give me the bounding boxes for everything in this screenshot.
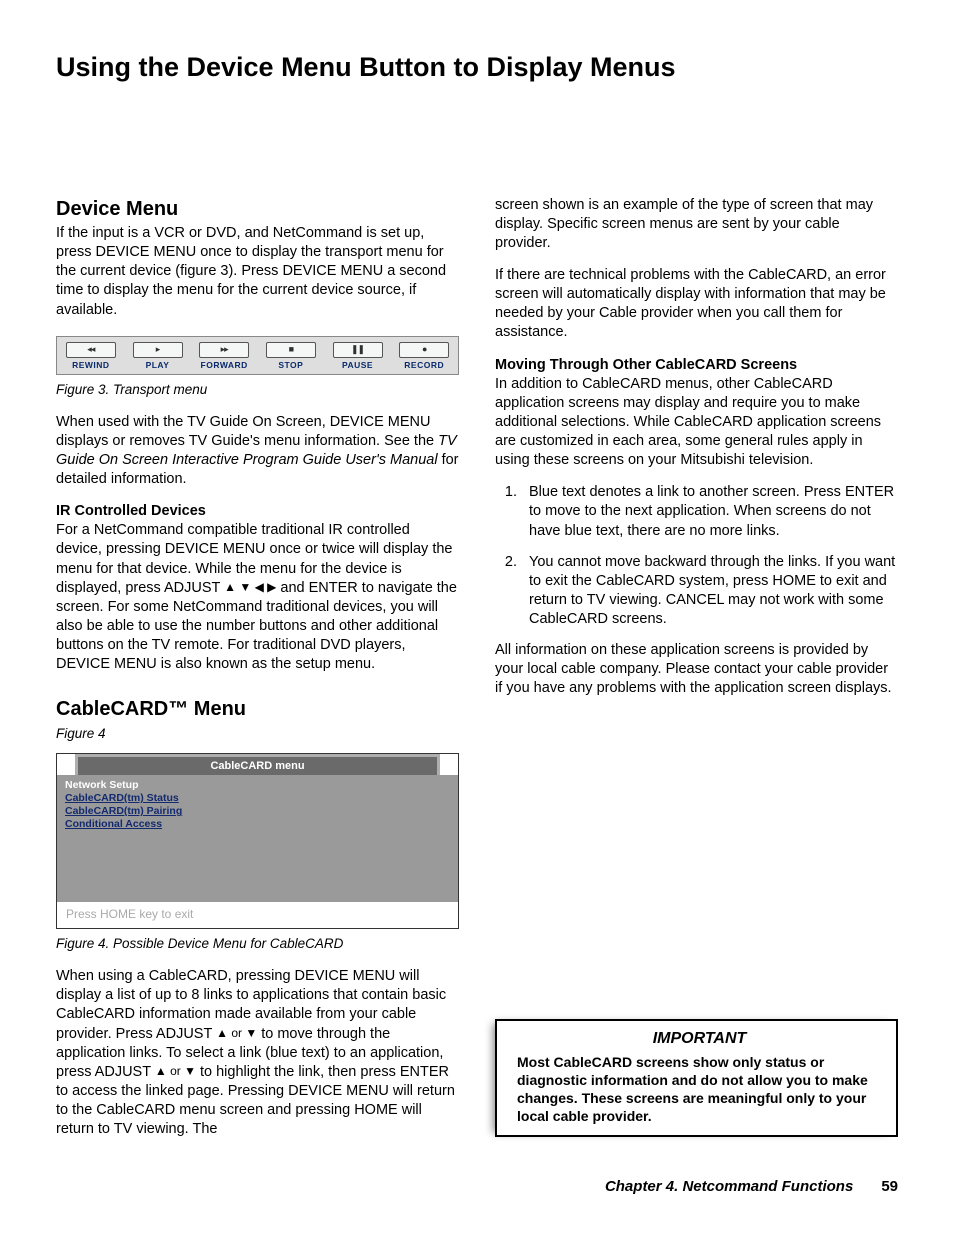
arrow-icons: ▲ ▼ ◀ ▶ bbox=[224, 580, 276, 594]
pause-icon: ❚❚ bbox=[333, 342, 383, 358]
arrow-up-down-icons-2: ▲ or ▼ bbox=[155, 1064, 196, 1078]
content-columns: Device Menu If the input is a VCR or DVD… bbox=[56, 196, 898, 1140]
page-title: Using the Device Menu Button to Display … bbox=[56, 50, 898, 86]
arrow-up-down-icons: ▲ or ▼ bbox=[216, 1026, 257, 1040]
cablecard-title: CableCARD menu bbox=[75, 754, 440, 776]
figure-cablecard-menu: CableCARD menu Network Setup CableCARD(t… bbox=[56, 753, 459, 930]
transport-rewind: ◂◂ REWIND bbox=[60, 342, 122, 371]
figure-transport-menu: ◂◂ REWIND ▸ PLAY ▸▸ FORWARD ■ STOP ❚❚ bbox=[56, 336, 459, 375]
right-column: screen shown is an example of the type o… bbox=[495, 196, 898, 1140]
forward-icon: ▸▸ bbox=[199, 342, 249, 358]
list-item-2: You cannot move backward through the lin… bbox=[521, 553, 898, 630]
heading-device-menu: Device Menu bbox=[56, 196, 459, 222]
para-all-info: All information on these application scr… bbox=[495, 641, 898, 698]
footer-chapter: Chapter 4. Netcommand Functions bbox=[605, 1177, 853, 1197]
important-callout: IMPORTANT Most CableCARD screens show on… bbox=[495, 1019, 898, 1138]
cc-conditional-link: Conditional Access bbox=[65, 818, 450, 831]
transport-stop: ■ STOP bbox=[260, 342, 322, 371]
cc-status-link: CableCARD(tm) Status bbox=[65, 792, 450, 805]
play-icon: ▸ bbox=[133, 342, 183, 358]
rewind-icon: ◂◂ bbox=[66, 342, 116, 358]
caption-figure-4-bottom: Figure 4. Possible Device Menu for Cable… bbox=[56, 935, 459, 953]
subheading-moving-screens: Moving Through Other CableCARD Screens bbox=[495, 356, 898, 375]
caption-figure-4-top: Figure 4 bbox=[56, 725, 459, 743]
transport-pause: ❚❚ PAUSE bbox=[327, 342, 389, 371]
subheading-ir-devices: IR Controlled Devices bbox=[56, 502, 459, 521]
cablecard-body: Network Setup CableCARD(tm) Status Cable… bbox=[57, 775, 458, 902]
page-footer: Chapter 4. Netcommand Functions 59 bbox=[56, 1177, 898, 1197]
cablecard-exit-hint: Press HOME key to exit bbox=[57, 902, 458, 929]
para-tvguide: When used with the TV Guide On Screen, D… bbox=[56, 413, 459, 490]
para-continued: screen shown is an example of the type o… bbox=[495, 196, 898, 253]
transport-play: ▸ PLAY bbox=[127, 342, 189, 371]
para-device-intro: If the input is a VCR or DVD, and NetCom… bbox=[56, 224, 459, 320]
footer-page-number: 59 bbox=[881, 1177, 898, 1197]
list-item-1: Blue text denotes a link to another scre… bbox=[521, 483, 898, 540]
para-error-screen: If there are technical problems with the… bbox=[495, 266, 898, 343]
caption-figure-3: Figure 3. Transport menu bbox=[56, 381, 459, 399]
stop-icon: ■ bbox=[266, 342, 316, 358]
cc-network-setup: Network Setup bbox=[65, 779, 450, 792]
heading-cablecard-menu: CableCARD™ Menu bbox=[56, 696, 459, 722]
record-icon: ● bbox=[399, 342, 449, 358]
para-moving-intro: In addition to CableCARD menus, other Ca… bbox=[495, 375, 898, 471]
important-body: Most CableCARD screens show only status … bbox=[517, 1053, 882, 1126]
ordered-list-rules: Blue text denotes a link to another scre… bbox=[495, 483, 898, 629]
important-title: IMPORTANT bbox=[517, 1028, 882, 1049]
para-cablecard-usage: When using a CableCARD, pressing DEVICE … bbox=[56, 967, 459, 1139]
left-column: Device Menu If the input is a VCR or DVD… bbox=[56, 196, 459, 1140]
transport-forward: ▸▸ FORWARD bbox=[193, 342, 255, 371]
transport-record: ● RECORD bbox=[393, 342, 455, 371]
para-ir-devices: For a NetCommand compatible traditional … bbox=[56, 521, 459, 674]
cc-pairing-link: CableCARD(tm) Pairing bbox=[65, 805, 450, 818]
